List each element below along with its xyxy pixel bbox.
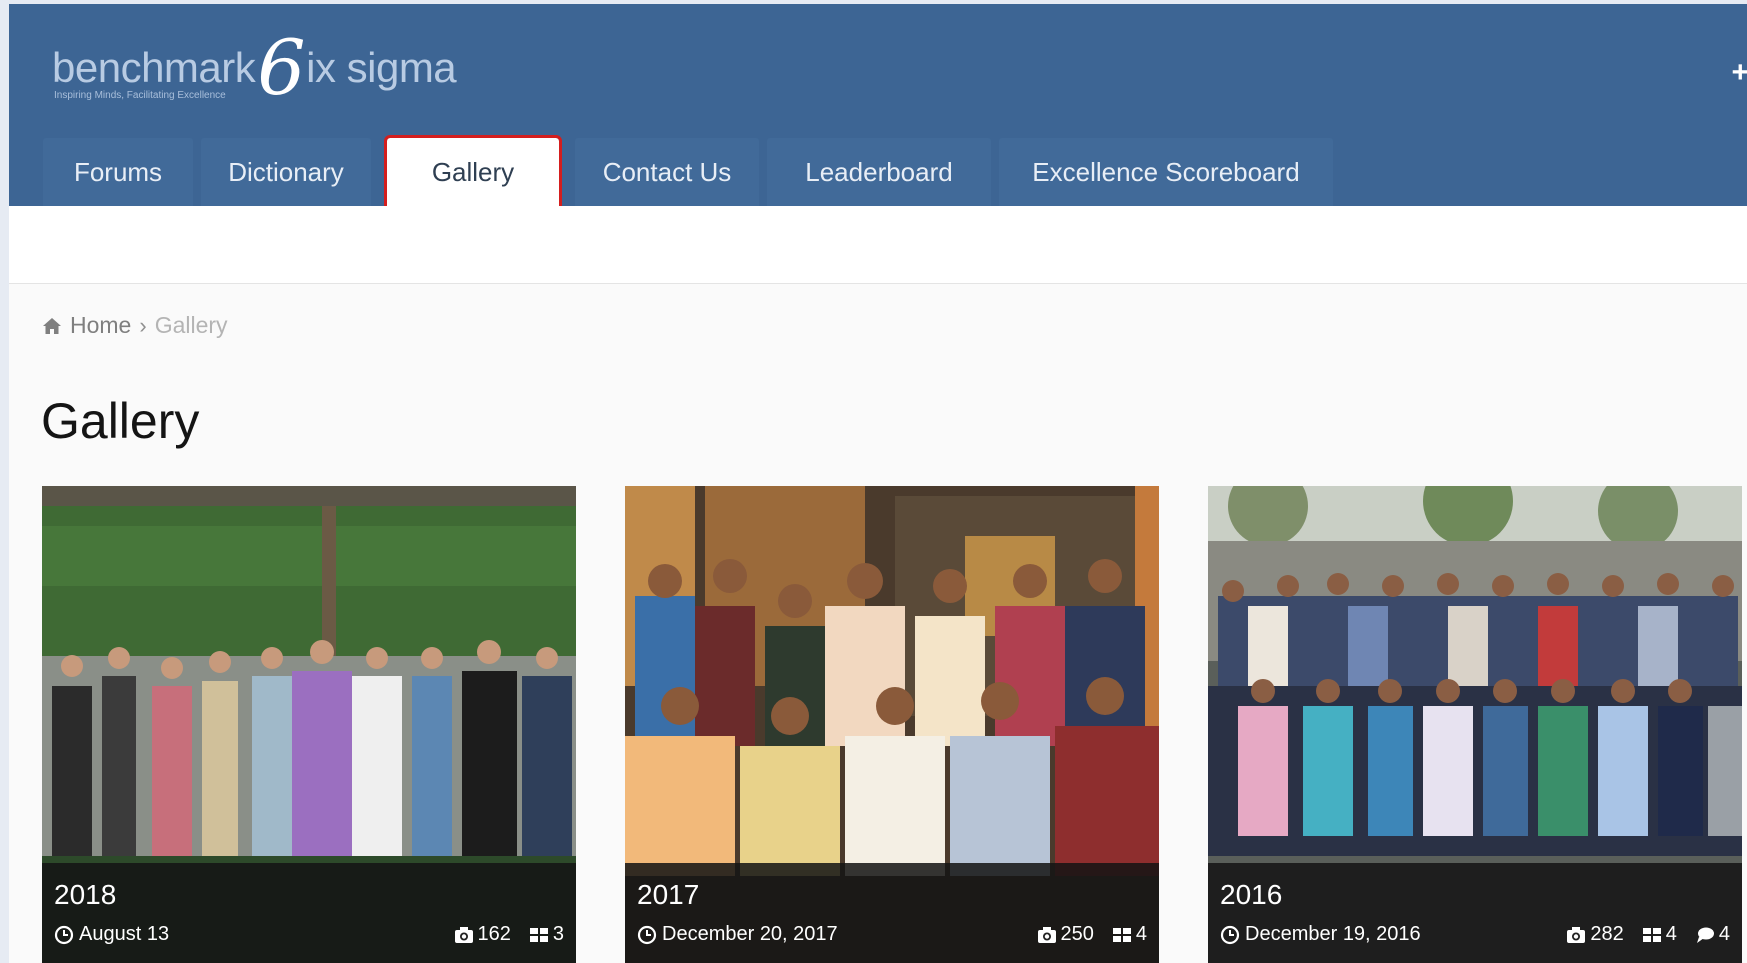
album-date: December 20, 2017 [637, 923, 838, 946]
album-card-2018[interactable]: 2018 August 13 162 3 [42, 486, 576, 963]
tab-contact-us[interactable]: Contact Us [575, 138, 759, 206]
main-nav: Forums Dictionary Gallery Contact Us Lea… [43, 135, 1333, 209]
album-date: December 19, 2016 [1220, 923, 1421, 946]
breadcrumb-home[interactable]: Home [70, 312, 131, 339]
photo-count: 282 [1566, 923, 1624, 946]
album-stats: 250 4 [1037, 923, 1147, 946]
album-date: August 13 [54, 923, 169, 946]
page-title: Gallery [41, 393, 200, 449]
plus-icon[interactable]: + [1731, 56, 1747, 90]
camera-icon [454, 926, 473, 943]
album-caption: 2017 December 20, 2017 250 4 [625, 863, 1159, 963]
tab-leaderboard[interactable]: Leaderboard [767, 138, 991, 206]
site-header: benchmark6ix sigma Inspiring Minds, Faci… [9, 4, 1747, 209]
comment-count: 4 [1695, 923, 1730, 946]
album-title[interactable]: 2017 [637, 879, 699, 911]
logo-tagline: Inspiring Minds, Facilitating Excellence [54, 90, 226, 101]
album-caption: 2016 December 19, 2016 282 4 4 [1208, 863, 1742, 963]
tab-forums[interactable]: Forums [43, 138, 193, 206]
tab-gallery[interactable]: Gallery [384, 135, 562, 209]
home-icon [43, 317, 61, 334]
album-count: 3 [529, 923, 564, 946]
album-count: 4 [1112, 923, 1147, 946]
grid-icon [1112, 927, 1131, 942]
comment-icon [1696, 927, 1714, 943]
photo-count: 250 [1037, 923, 1094, 946]
logo-wordmark: benchmark6ix sigma [52, 23, 457, 112]
album-count: 4 [1642, 923, 1677, 946]
header-spacer [9, 206, 1747, 284]
album-card-2017[interactable]: 2017 December 20, 2017 250 4 [625, 486, 1159, 963]
clock-icon [1220, 925, 1240, 944]
album-title[interactable]: 2018 [54, 879, 116, 911]
album-card-2016[interactable]: 2016 December 19, 2016 282 4 4 [1208, 486, 1742, 963]
tab-excellence-scoreboard[interactable]: Excellence Scoreboard [999, 138, 1333, 206]
album-caption: 2018 August 13 162 3 [42, 863, 576, 963]
grid-icon [1642, 927, 1661, 942]
camera-icon [1567, 926, 1586, 943]
camera-icon [1037, 926, 1056, 943]
album-stats: 162 3 [454, 923, 564, 946]
grid-icon [529, 927, 548, 942]
chevron-right-icon: › [139, 312, 147, 338]
site-logo[interactable]: benchmark6ix sigma Inspiring Minds, Faci… [43, 20, 483, 110]
album-stats: 282 4 4 [1566, 923, 1730, 946]
tab-dictionary[interactable]: Dictionary [201, 138, 371, 206]
page: benchmark6ix sigma Inspiring Minds, Faci… [9, 4, 1747, 963]
photo-count: 162 [454, 923, 511, 946]
breadcrumb: Home › Gallery [42, 312, 228, 339]
clock-icon [637, 925, 657, 944]
album-title[interactable]: 2016 [1220, 879, 1282, 911]
clock-icon [54, 925, 74, 944]
breadcrumb-current: Gallery [154, 312, 228, 338]
